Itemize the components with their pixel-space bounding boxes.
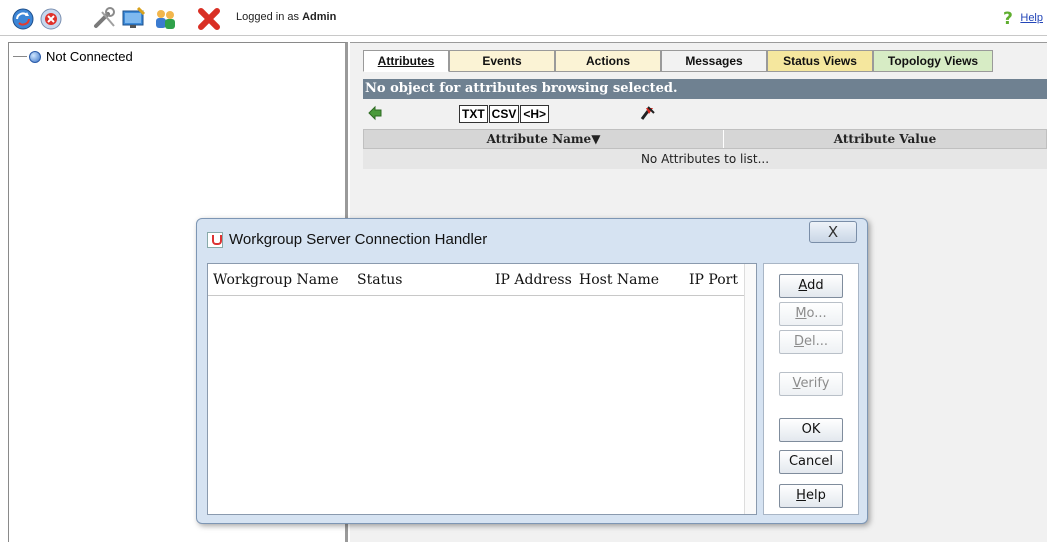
- delete-button[interactable]: Del...: [779, 330, 843, 354]
- column-ip-port[interactable]: IP Port: [684, 264, 744, 295]
- java-icon: [207, 231, 223, 248]
- modify-mnemonic: M: [795, 306, 807, 321]
- column-attribute-name[interactable]: Attribute Name▼: [364, 130, 724, 148]
- ok-button[interactable]: OK: [779, 418, 843, 442]
- dialog-close-button[interactable]: X: [809, 221, 857, 243]
- dialog-help-button[interactable]: Help: [779, 484, 843, 508]
- workgroup-table-header: Workgroup Name Status IP Address Host Na…: [208, 264, 756, 296]
- add-label-rest: dd: [807, 278, 824, 293]
- column-ip-address[interactable]: IP Address: [490, 264, 574, 295]
- dialog-title-bar: Workgroup Server Connection Handler: [207, 231, 487, 248]
- tab-attributes[interactable]: Attributes: [363, 50, 449, 72]
- tree-connector: [13, 56, 27, 57]
- disconnect-icon[interactable]: [38, 6, 64, 32]
- attributes-table: Attribute Name▼ Attribute Value No Attri…: [363, 129, 1047, 169]
- export-format-buttons: TXT CSV <H>: [459, 105, 550, 123]
- help-mnemonic: H: [796, 488, 806, 503]
- tab-actions[interactable]: Actions: [555, 50, 661, 72]
- attribute-actions-row: TXT CSV <H>: [363, 103, 1047, 125]
- add-button[interactable]: Add: [779, 274, 843, 298]
- help-link[interactable]: ? Help: [1001, 9, 1043, 27]
- question-icon: ?: [1003, 9, 1013, 27]
- globe-icon: [29, 50, 41, 63]
- workgroup-table[interactable]: Workgroup Name Status IP Address Host Na…: [207, 263, 757, 515]
- modify-label-rest: o...: [806, 306, 827, 321]
- selection-banner: No object for attributes browsing select…: [363, 79, 1047, 99]
- tab-status-views[interactable]: Status Views: [767, 50, 873, 72]
- export-txt-button[interactable]: TXT: [459, 105, 488, 123]
- help-link-label[interactable]: Help: [1020, 12, 1043, 24]
- users-icon[interactable]: [152, 6, 178, 32]
- dialog-button-panel: Add Mo... Del... Verify OK Cancel Help: [763, 263, 859, 515]
- back-arrow-icon[interactable]: [367, 105, 383, 121]
- tab-bar: Attributes Events Actions Messages Statu…: [363, 50, 993, 72]
- svg-text:?: ?: [1003, 9, 1013, 27]
- pin-clear-icon[interactable]: [639, 104, 657, 122]
- delete-mnemonic: D: [793, 334, 804, 349]
- workgroup-table-scrollbar[interactable]: [744, 264, 756, 514]
- tools-icon[interactable]: [92, 6, 118, 32]
- tree-item-label[interactable]: Not Connected: [46, 49, 133, 64]
- exit-icon[interactable]: [196, 6, 222, 32]
- verify-label-rest: erify: [800, 376, 830, 391]
- modify-button[interactable]: Mo...: [779, 302, 843, 326]
- dialog-title: Workgroup Server Connection Handler: [229, 231, 488, 248]
- column-status[interactable]: Status: [352, 264, 490, 295]
- verify-button[interactable]: Verify: [779, 372, 843, 396]
- tab-topology-views[interactable]: Topology Views: [873, 50, 993, 72]
- login-status: Logged in as Admin: [236, 11, 336, 23]
- tree-item-not-connected[interactable]: Not Connected: [13, 49, 133, 64]
- attributes-empty-message: No Attributes to list...: [363, 149, 1047, 169]
- tab-events[interactable]: Events: [449, 50, 555, 72]
- main-toolbar: Logged in as Admin ? Help: [0, 0, 1047, 36]
- export-csv-button[interactable]: CSV: [488, 105, 520, 123]
- help-label-rest: elp: [805, 488, 826, 503]
- refresh-icon[interactable]: [10, 6, 36, 32]
- connection-handler-dialog: Workgroup Server Connection Handler X Wo…: [196, 218, 868, 524]
- logged-in-prefix: Logged in as: [236, 11, 299, 23]
- column-attribute-value[interactable]: Attribute Value: [724, 130, 1046, 148]
- add-mnemonic: A: [798, 278, 808, 293]
- logged-in-user: Admin: [302, 11, 337, 23]
- delete-label-rest: el...: [804, 334, 829, 349]
- export-html-button[interactable]: <H>: [520, 105, 550, 123]
- column-workgroup-name[interactable]: Workgroup Name: [208, 264, 352, 295]
- monitor-icon[interactable]: [120, 6, 146, 32]
- cancel-button[interactable]: Cancel: [779, 450, 843, 474]
- column-host-name[interactable]: Host Name: [574, 264, 684, 295]
- attributes-table-header: Attribute Name▼ Attribute Value: [363, 129, 1047, 149]
- tab-messages[interactable]: Messages: [661, 50, 767, 72]
